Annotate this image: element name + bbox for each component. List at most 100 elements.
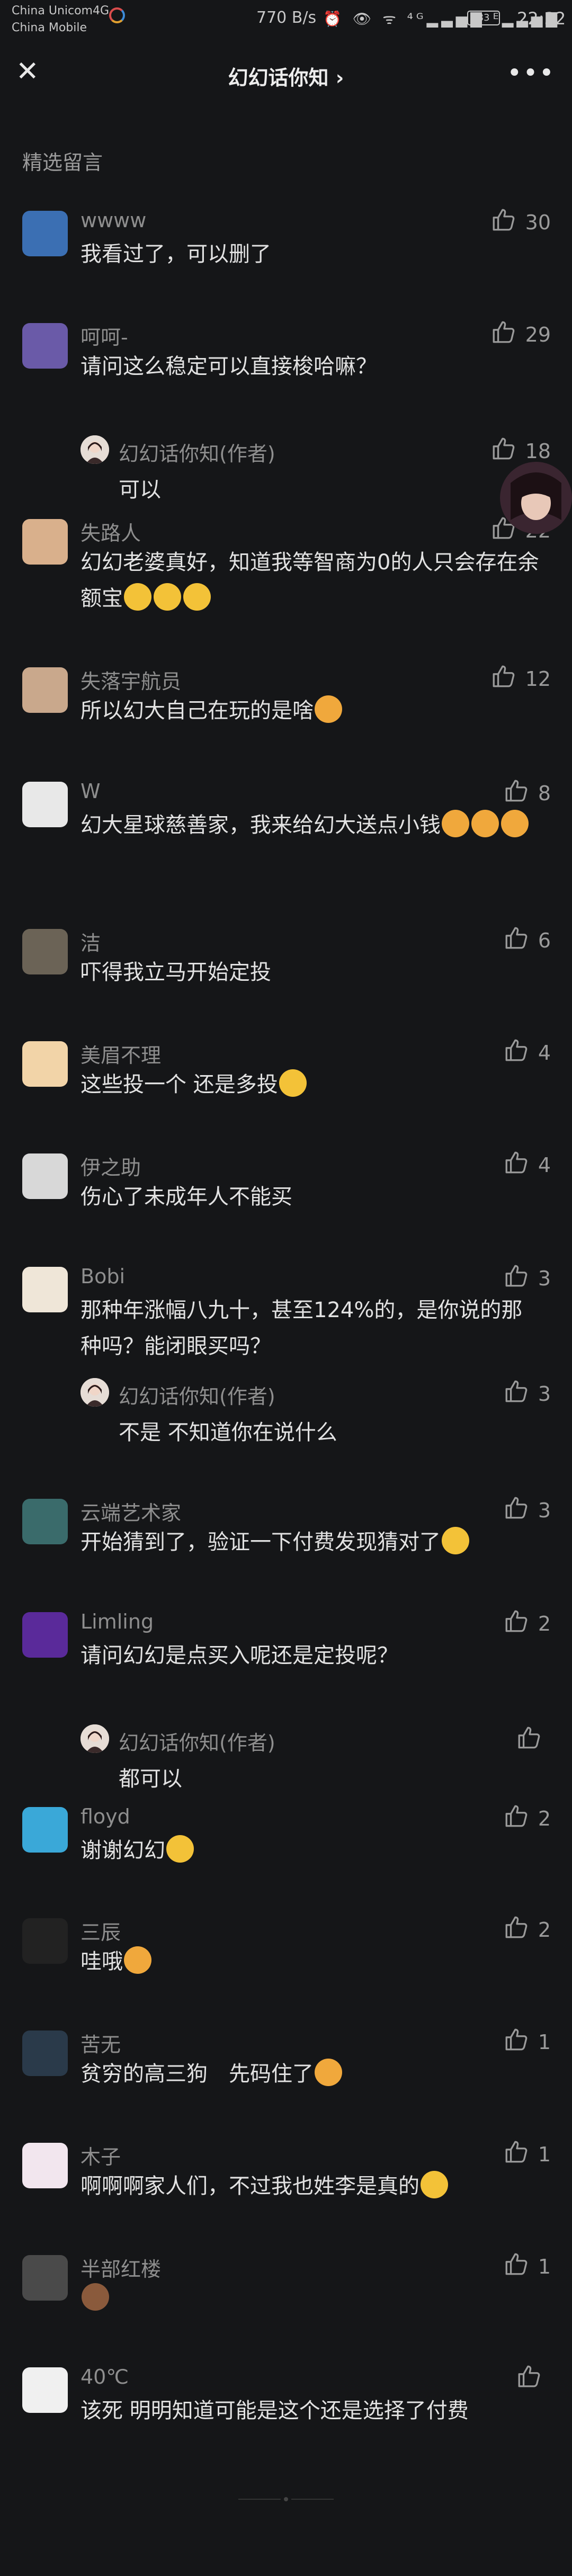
avatar[interactable] — [22, 1612, 68, 1658]
author-avatar[interactable] — [81, 1724, 109, 1753]
avatar[interactable] — [22, 2255, 68, 2301]
more-icon[interactable]: ••• — [507, 58, 555, 88]
carrier-logo-icon — [109, 7, 125, 23]
avatar[interactable] — [22, 667, 68, 713]
comment-username[interactable]: 三辰 — [81, 1916, 121, 1945]
thumbs-up-icon — [503, 1149, 530, 1180]
comment-username[interactable]: W — [81, 780, 101, 803]
like-button[interactable]: 2 — [503, 1914, 551, 1945]
avatar[interactable] — [22, 1041, 68, 1087]
comment-username[interactable]: 失路人 — [81, 517, 141, 546]
comment-text: 请问幻幻是点买入呢还是定投呢？ — [81, 1638, 541, 1674]
avatar[interactable] — [22, 929, 68, 974]
avatar[interactable] — [22, 1153, 68, 1199]
avatar[interactable] — [22, 2143, 68, 2188]
avatar[interactable] — [22, 519, 68, 565]
avatar[interactable] — [22, 2367, 68, 2413]
comment-text: 所以幻大自己在玩的是啥 — [81, 693, 541, 729]
smile-emoji-icon — [154, 583, 181, 611]
comment-username[interactable]: 呵呵- — [81, 321, 128, 350]
comment-username[interactable]: 半部红楼 — [81, 2253, 161, 2282]
like-button[interactable]: 3 — [503, 1263, 551, 1294]
like-button[interactable]: 12 — [490, 663, 551, 694]
avatar[interactable] — [22, 211, 68, 256]
comment-username[interactable]: 伊之助 — [81, 1151, 141, 1180]
like-button[interactable]: 1 — [503, 2026, 551, 2058]
comment-username[interactable]: 美眉不理 — [81, 1039, 161, 1068]
like-button[interactable]: 1 — [503, 2139, 551, 2170]
like-button[interactable]: 8 — [503, 777, 551, 809]
thumbs-up-icon — [503, 2026, 530, 2058]
avatar[interactable] — [22, 1807, 68, 1853]
avatar[interactable] — [22, 782, 68, 827]
comment-username[interactable]: 苦无 — [81, 2028, 121, 2058]
thumbs-up-icon — [503, 925, 530, 956]
like-button[interactable]: 2 — [503, 1608, 551, 1639]
like-button[interactable]: 2 — [503, 1803, 551, 1834]
comment-username[interactable]: 云端艺术家 — [81, 1497, 181, 1526]
thumbs-up-icon — [490, 435, 517, 467]
comment-username[interactable]: 失落宇航员 — [81, 665, 181, 694]
avatar[interactable] — [22, 1499, 68, 1544]
comment-username[interactable]: 洁 — [81, 927, 101, 956]
comment-text: 幻大星球慈善家，我来给幻大送点小钱 — [81, 807, 541, 843]
comment-text: 谢谢幻幻 — [81, 1832, 541, 1868]
avatar[interactable] — [22, 1918, 68, 1964]
like-count: 1 — [538, 2030, 551, 2054]
thumbs-up-icon — [516, 1724, 542, 1756]
comment-text: 该死 明明知道可能是这个还是选择了付费 — [81, 2393, 541, 2429]
avatar[interactable] — [22, 1267, 68, 1312]
comment-text: 啊啊啊家人们，不过我也姓李是真的 — [81, 2168, 541, 2204]
comment-username[interactable]: 40℃ — [81, 2365, 129, 2389]
like-count: 2 — [538, 1806, 551, 1830]
reply-author[interactable]: 幻幻话你知(作者) — [119, 1380, 275, 1409]
like-button[interactable]: 4 — [503, 1037, 551, 1068]
comment-username[interactable]: floyd — [81, 1805, 130, 1828]
thumbs-up-icon — [503, 1608, 530, 1639]
smile-emoji-icon — [442, 1527, 469, 1554]
like-count: 2 — [538, 1918, 551, 1942]
thumbs-up-icon — [503, 1378, 530, 1409]
like-button[interactable]: 3 — [503, 1495, 551, 1526]
like-button[interactable]: 4 — [503, 1149, 551, 1180]
like-button[interactable] — [516, 2363, 551, 2394]
like-count: 4 — [538, 1041, 551, 1065]
comment-username[interactable]: wwww — [81, 209, 146, 232]
like-button[interactable]: 30 — [490, 207, 551, 238]
reply-author[interactable]: 幻幻话你知(作者) — [119, 1727, 275, 1756]
like-count: 2 — [538, 1612, 551, 1635]
comment-username[interactable]: Bobi — [81, 1265, 125, 1288]
like-button[interactable]: 29 — [490, 319, 551, 350]
like-count: 1 — [538, 2255, 551, 2278]
like-button[interactable]: 1 — [503, 2251, 551, 2282]
reply-like-button[interactable] — [516, 1724, 551, 1756]
clock: 22:32 — [517, 8, 566, 29]
author-avatar[interactable] — [81, 1378, 109, 1407]
floating-avatar[interactable] — [500, 462, 572, 534]
avatar[interactable] — [22, 2031, 68, 2076]
like-count: 30 — [525, 210, 551, 234]
reply-author[interactable]: 幻幻话你知(作者) — [119, 437, 275, 467]
reply-like-button[interactable]: 3 — [503, 1378, 551, 1409]
like-count: 3 — [538, 1266, 551, 1290]
comment-text: 请问这么稳定可以直接梭哈嘛？ — [81, 348, 541, 384]
like-count: 4 — [538, 1153, 551, 1177]
comment-text-content: 谢谢幻幻 — [81, 1838, 165, 1863]
thumbs-up-icon — [503, 777, 530, 809]
thumbs-up-icon — [503, 1914, 530, 1945]
comment-username[interactable]: Limling — [81, 1610, 154, 1633]
like-count: 12 — [525, 667, 551, 691]
author-avatar[interactable] — [81, 435, 109, 464]
comment-text: 伤心了未成年人不能买 — [81, 1179, 541, 1215]
comment-username[interactable]: 木子 — [81, 2141, 121, 2170]
like-button[interactable]: 6 — [503, 925, 551, 956]
comment-text: 幻幻老婆真好，知道我等智商为0的人只会存在余额宝 — [81, 544, 541, 616]
comment-text-content: 开始猜到了，验证一下付费发现猜对了 — [81, 1530, 441, 1554]
avatar[interactable] — [22, 323, 68, 369]
comment-text-content: 该死 明明知道可能是这个还是选择了付费 — [81, 2399, 469, 2423]
monkey-emoji-icon — [82, 2283, 109, 2311]
reply-text: 不是 不知道你在说什么 — [119, 1420, 337, 1445]
comment-text-content: 贫穷的高三狗 先码住了 — [81, 2062, 314, 2086]
page-title[interactable]: 幻幻话你知 › — [0, 61, 572, 91]
thumbs-up-icon — [503, 2251, 530, 2282]
